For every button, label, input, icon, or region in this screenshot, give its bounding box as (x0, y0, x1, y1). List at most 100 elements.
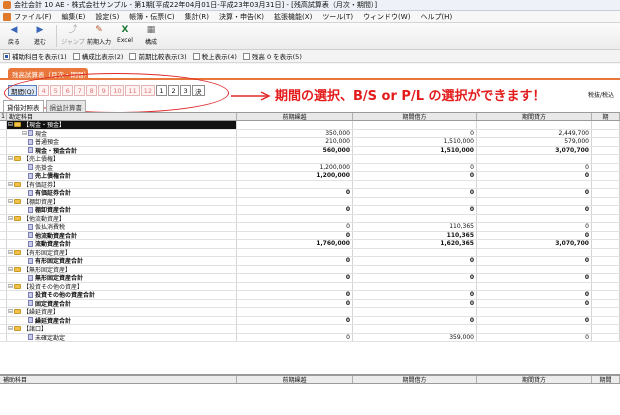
account-cell[interactable]: 棚卸資産合計 (7, 206, 237, 214)
table-row[interactable]: 現金・預金合計 560,000 1,510,000 3,070,700 (0, 146, 620, 155)
table-row[interactable]: 流動資産合計 1,760,000 1,620,365 3,070,700 (0, 240, 620, 249)
tree-collapse-icon[interactable]: ⊟ (8, 181, 13, 188)
account-cell[interactable]: 有価証券合計 (7, 189, 237, 197)
table-row[interactable]: 未確定勘定 0 359,000 0 (0, 333, 620, 342)
table-row[interactable]: ⊟ 【他流動資産】 (0, 214, 620, 223)
tree-collapse-icon[interactable]: ⊟ (8, 266, 13, 273)
account-cell[interactable]: 仮払消費税 (7, 223, 237, 231)
header-debit[interactable]: 期間借方 (353, 113, 477, 121)
table-row[interactable]: 固定資産合計 0 0 0 (0, 299, 620, 308)
account-cell[interactable]: 現金・預金合計 (7, 146, 237, 154)
account-cell[interactable]: 無形固定資産合計 (7, 274, 237, 282)
checkbox[interactable] (192, 52, 200, 60)
option-show-zero-balance[interactable]: 残高 0 を表示(5) (242, 51, 302, 61)
account-cell[interactable]: 流動資産合計 (7, 240, 237, 248)
menu-extensions[interactable]: 拡張機能(X) (274, 12, 312, 22)
account-cell[interactable]: ⊟ 【他流動資産】 (7, 214, 237, 222)
table-row[interactable]: 棚卸資産合計 0 0 0 (0, 206, 620, 215)
header-account[interactable]: 勘定科目 (7, 113, 237, 121)
tree-collapse-icon[interactable]: ⊟ (22, 130, 27, 137)
table-row[interactable]: 他流動資産合計 0 110,365 0 (0, 231, 620, 240)
tree-collapse-icon[interactable]: ⊟ (8, 121, 13, 128)
header-credit[interactable]: 期間貸方 (477, 113, 592, 121)
tree-collapse-icon[interactable]: ⊟ (8, 155, 13, 162)
option-previous-period-compare[interactable]: 前期比較表示(3) (129, 51, 187, 61)
table-row[interactable]: ⊟ 【現金・預金】 (0, 121, 620, 130)
table-row[interactable]: ⊟ 【無形固定資産】 (0, 265, 620, 274)
menu-edit[interactable]: 編集(E) (62, 12, 86, 22)
menu-closing[interactable]: 決算・申告(K) (219, 12, 264, 22)
table-row[interactable]: ⊟ 【投資その他の資産】 (0, 282, 620, 291)
tree-collapse-icon[interactable]: ⊟ (8, 215, 13, 222)
option-show-sub-accounts[interactable]: 補助科目を表示(1) (3, 51, 67, 61)
header-carryover[interactable]: 前期繰越 (237, 113, 353, 121)
account-cell[interactable]: 有形固定資産合計 (7, 257, 237, 265)
header-period[interactable]: 期 (592, 113, 620, 121)
account-cell[interactable]: 投資その他の資産合計 (7, 291, 237, 299)
back-button[interactable]: ◀ 戻る (2, 25, 26, 49)
table-row[interactable]: ⊟ 【売上債権】 (0, 155, 620, 164)
menu-help[interactable]: ヘルプ(H) (420, 12, 452, 22)
account-cell[interactable]: ⊟ 現金 (7, 129, 237, 137)
account-cell[interactable]: 他流動資産合計 (7, 231, 237, 239)
header-sub-account[interactable]: 補助科目 (0, 376, 237, 384)
jump-button[interactable]: ⤴ ジャンプ (61, 25, 85, 49)
checkbox[interactable] (72, 52, 80, 60)
table-row[interactable]: ⊟ 【棚卸資産】 (0, 197, 620, 206)
table-row[interactable]: 有価証券合計 0 0 0 (0, 189, 620, 198)
table-row[interactable]: 有形固定資産合計 0 0 0 (0, 257, 620, 266)
account-cell[interactable]: 売掛金 (7, 163, 237, 171)
account-cell[interactable]: 繰延資産合計 (7, 316, 237, 324)
checkbox[interactable] (242, 52, 250, 60)
account-cell[interactable]: ⊟ 【現金・預金】 (7, 121, 237, 129)
checkbox[interactable] (129, 52, 137, 60)
table-row[interactable]: ⊟ 【諸口】 (0, 325, 620, 334)
table-row[interactable]: 売掛金 1,200,000 0 0 (0, 163, 620, 172)
table-row[interactable]: 無形固定資産合計 0 0 0 (0, 274, 620, 283)
tree-collapse-icon[interactable]: ⊟ (8, 249, 13, 256)
header-sub-debit[interactable]: 期間借方 (353, 376, 477, 384)
account-cell[interactable]: ⊟ 【諸口】 (7, 325, 237, 333)
table-row[interactable]: ⊟ 【有形固定資産】 (0, 248, 620, 257)
menu-books[interactable]: 帳簿・伝票(C) (129, 12, 174, 22)
excel-button[interactable]: X Excel (113, 25, 137, 49)
layout-button[interactable]: ▦ 構成 (139, 25, 163, 49)
tree-collapse-icon[interactable]: ⊟ (8, 198, 13, 205)
account-cell[interactable]: 普通預金 (7, 138, 237, 146)
menu-file[interactable]: ファイル(F) (14, 12, 52, 22)
prev-period-input-button[interactable]: ✎ 前期入力 (87, 25, 111, 49)
account-cell[interactable]: ⊟ 【有価証券】 (7, 180, 237, 188)
menu-aggregate[interactable]: 集計(R) (185, 12, 209, 22)
account-label-wrap: 有価証券合計 (7, 189, 71, 197)
table-row[interactable]: ⊟ 【繰延資産】 (0, 308, 620, 317)
header-sub-credit[interactable]: 期間貸方 (477, 376, 592, 384)
tree-collapse-icon[interactable]: ⊟ (8, 308, 13, 315)
table-row[interactable]: 売上債権合計 1,200,000 0 0 (0, 172, 620, 181)
account-cell[interactable]: ⊟ 【投資その他の資産】 (7, 282, 237, 290)
menu-tools[interactable]: ツール(T) (322, 12, 353, 22)
header-sub-period[interactable]: 期間 (592, 376, 620, 384)
table-row[interactable]: 仮払消費税 0 110,365 0 (0, 223, 620, 232)
menu-window[interactable]: ウィンドウ(W) (363, 12, 410, 22)
option-composition-ratio[interactable]: 構成比表示(2) (72, 51, 123, 61)
account-cell[interactable]: ⊟ 【繰延資産】 (7, 308, 237, 316)
tree-collapse-icon[interactable]: ⊟ (8, 325, 13, 332)
account-cell[interactable]: ⊟ 【売上債権】 (7, 155, 237, 163)
table-row[interactable]: 普通預金 210,000 1,510,000 579,000 (0, 138, 620, 147)
tree-collapse-icon[interactable]: ⊟ (8, 283, 13, 290)
menu-settings[interactable]: 設定(S) (95, 12, 119, 22)
account-cell[interactable]: 固定資産合計 (7, 299, 237, 307)
account-cell[interactable]: ⊟ 【棚卸資産】 (7, 197, 237, 205)
account-cell[interactable]: 売上債権合計 (7, 172, 237, 180)
account-cell[interactable]: ⊟ 【無形固定資産】 (7, 265, 237, 273)
account-cell[interactable]: 未確定勘定 (7, 333, 237, 341)
table-row[interactable]: ⊟ 現金 350,000 0 2,449,700 (0, 129, 620, 138)
table-row[interactable]: ⊟ 【有価証券】 (0, 180, 620, 189)
forward-button[interactable]: ▶ 進む (28, 25, 52, 49)
checkbox-checked[interactable] (3, 52, 10, 60)
table-row[interactable]: 投資その他の資産合計 0 0 0 (0, 291, 620, 300)
account-cell[interactable]: ⊟ 【有形固定資産】 (7, 248, 237, 256)
header-sub-carryover[interactable]: 前期繰越 (237, 376, 353, 384)
option-tax-display[interactable]: 税上表示(4) (192, 51, 237, 61)
table-row[interactable]: 繰延資産合計 0 0 0 (0, 316, 620, 325)
